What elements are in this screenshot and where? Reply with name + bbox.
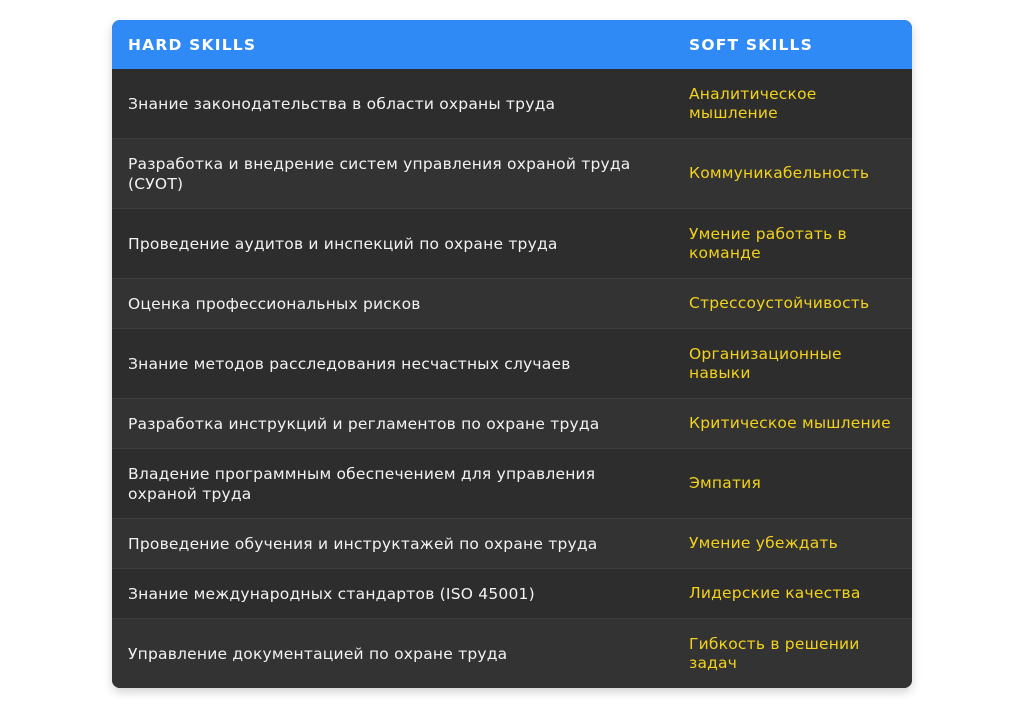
header-hard-skills: HARD SKILLS bbox=[128, 35, 257, 54]
table-row: Знание законодательства в области охраны… bbox=[112, 69, 912, 138]
table-header: HARD SKILLS SOFT SKILLS bbox=[112, 20, 912, 69]
table-row: Знание методов расследования несчастных … bbox=[112, 328, 912, 398]
soft-skill-cell: Лидерские качества bbox=[689, 584, 861, 602]
soft-skill-cell: Аналитическое мышление bbox=[689, 84, 817, 122]
hard-skill-cell: Оценка профессиональных рисков bbox=[128, 294, 421, 313]
table-row: Оценка профессиональных рисков Стрессоус… bbox=[112, 278, 912, 328]
skills-table: HARD SKILLS SOFT SKILLS Знание законодат… bbox=[112, 20, 912, 688]
table-row: Разработка и внедрение систем управления… bbox=[112, 138, 912, 208]
hard-skill-cell: Знание международных стандартов (ISO 450… bbox=[128, 584, 535, 603]
table-body: Знание законодательства в области охраны… bbox=[112, 69, 912, 688]
table-row: Разработка инструкций и регламентов по о… bbox=[112, 398, 912, 448]
soft-skill-cell: Стрессоустойчивость bbox=[689, 294, 870, 312]
hard-skill-cell: Знание методов расследования несчастных … bbox=[128, 354, 571, 373]
table-row: Управление документацией по охране труда… bbox=[112, 618, 912, 688]
soft-skill-cell: Умение работать в команде bbox=[689, 224, 847, 262]
soft-skill-cell: Критическое мышление bbox=[689, 414, 891, 432]
hard-skill-cell: Разработка и внедрение систем управления… bbox=[128, 154, 631, 193]
hard-skill-cell: Проведение обучения и инструктажей по ох… bbox=[128, 534, 598, 553]
hard-skill-cell: Знание законодательства в области охраны… bbox=[128, 94, 556, 113]
soft-skill-cell: Гибкость в решении задач bbox=[689, 634, 860, 672]
soft-skill-cell: Эмпатия bbox=[689, 474, 761, 492]
hard-skill-cell: Управление документацией по охране труда bbox=[128, 644, 508, 663]
table-row: Проведение аудитов и инспекций по охране… bbox=[112, 208, 912, 278]
soft-skill-cell: Коммуникабельность bbox=[689, 164, 870, 182]
soft-skill-cell: Организационные навыки bbox=[689, 344, 842, 382]
hard-skill-cell: Владение программным обеспечением для уп… bbox=[128, 464, 596, 503]
table-row: Знание международных стандартов (ISO 450… bbox=[112, 568, 912, 618]
hard-skill-cell: Разработка инструкций и регламентов по о… bbox=[128, 414, 600, 433]
hard-skill-cell: Проведение аудитов и инспекций по охране… bbox=[128, 234, 558, 253]
table-row: Проведение обучения и инструктажей по ох… bbox=[112, 518, 912, 568]
header-soft-skills: SOFT SKILLS bbox=[689, 35, 813, 54]
table-row: Владение программным обеспечением для уп… bbox=[112, 448, 912, 518]
soft-skill-cell: Умение убеждать bbox=[689, 534, 838, 552]
